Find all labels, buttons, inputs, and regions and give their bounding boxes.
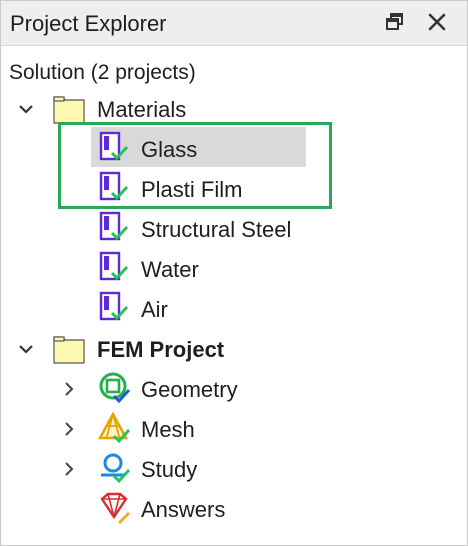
geometry-icon (98, 371, 132, 410)
tree-item-geometry[interactable]: Geometry (141, 377, 238, 403)
material-item-structural-steel[interactable]: Structural Steel (141, 217, 291, 243)
annotation-highlight-box (58, 122, 332, 209)
material-check-icon (98, 211, 130, 248)
material-item-air[interactable]: Air (141, 297, 168, 323)
project-tree: Solution (2 projects) Materials Glass Pl… (1, 45, 467, 545)
geometry-expand-chevron-icon[interactable] (59, 379, 79, 399)
material-check-icon (98, 291, 130, 328)
mesh-icon (97, 411, 132, 450)
materials-folder-label[interactable]: Materials (97, 97, 186, 123)
fem-project-collapse-chevron-icon[interactable] (16, 339, 36, 359)
close-icon[interactable] (424, 9, 450, 35)
float-window-icon[interactable] (382, 9, 408, 35)
solution-root-label[interactable]: Solution (2 projects) (9, 61, 196, 85)
panel-titlebar: Project Explorer (1, 1, 467, 46)
folder-icon (53, 333, 85, 370)
study-icon (98, 451, 132, 490)
project-explorer-panel: Project Explorer Solution (2 projects) M… (0, 0, 468, 546)
study-expand-chevron-icon[interactable] (59, 459, 79, 479)
mesh-expand-chevron-icon[interactable] (59, 419, 79, 439)
tree-item-answers[interactable]: Answers (141, 497, 225, 523)
panel-title: Project Explorer (10, 11, 167, 36)
tree-item-study[interactable]: Study (141, 457, 197, 483)
tree-item-mesh[interactable]: Mesh (141, 417, 195, 443)
materials-collapse-chevron-icon[interactable] (16, 99, 36, 119)
material-check-icon (98, 251, 130, 288)
answers-icon (98, 491, 132, 530)
material-item-water[interactable]: Water (141, 257, 199, 283)
fem-project-folder-label[interactable]: FEM Project (97, 337, 224, 363)
